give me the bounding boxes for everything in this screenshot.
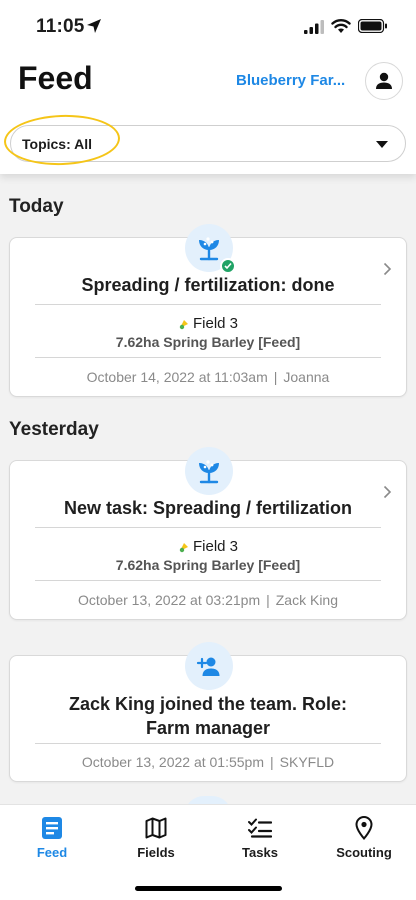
meta-separator: |: [273, 369, 278, 385]
card-meta: October 13, 2022 at 03:21pm | Zack King: [10, 592, 406, 608]
page-title: Feed: [18, 60, 93, 96]
sprout-icon: [185, 224, 236, 274]
battery-icon: [358, 19, 387, 33]
tab-tasks[interactable]: Tasks: [215, 815, 305, 860]
person-icon: [376, 72, 392, 89]
crop-info: 7.62ha Spring Barley [Feed]: [115, 334, 301, 350]
meta-separator: |: [270, 754, 274, 770]
card-divider: [35, 743, 381, 744]
field-name: Field 3: [192, 315, 239, 332]
section-title-today: Today: [9, 196, 64, 217]
card-divider: [35, 357, 381, 358]
check-badge-icon: [220, 258, 236, 274]
section-title-yesterday: Yesterday: [9, 419, 99, 440]
card-title: Zack King joined the team. Role: Farm ma…: [30, 692, 386, 740]
location-arrow-icon: [87, 19, 101, 33]
wifi-icon: [331, 19, 351, 33]
feed-card[interactable]: Spreading / fertilization: done Field 3 …: [9, 224, 407, 397]
card-date: October 13, 2022 at 01:55pm: [81, 754, 264, 770]
topics-label: Topics: All: [22, 136, 92, 152]
meta-separator: |: [266, 592, 270, 608]
card-title: Spreading / fertilization: done: [81, 275, 335, 295]
field-line: Field 3: [10, 315, 406, 332]
profile-button[interactable]: [365, 62, 403, 100]
tab-fields[interactable]: Fields: [111, 815, 201, 860]
tab-label: Scouting: [336, 845, 392, 860]
card-meta: October 13, 2022 at 01:55pm | SKYFLD: [10, 754, 406, 770]
card-title: New task: Spreading / fertilization: [63, 498, 353, 518]
field-marker-icon: [179, 542, 188, 552]
card-title-line: Zack King joined the team. Role:: [68, 694, 348, 714]
caret-down-icon: [376, 141, 388, 148]
crop-info: 7.62ha Spring Barley [Feed]: [115, 557, 301, 573]
field-marker-icon: [179, 319, 188, 329]
location-pin-icon: [355, 816, 373, 840]
card-meta: October 14, 2022 at 11:03am | Joanna: [10, 369, 406, 385]
card-divider: [35, 304, 381, 305]
card-title-line: Farm manager: [145, 718, 271, 738]
status-time: 11:05: [36, 16, 85, 37]
tab-feed[interactable]: Feed: [7, 815, 97, 860]
checklist-icon: [248, 818, 272, 838]
card-date: October 14, 2022 at 11:03am: [86, 369, 268, 385]
tab-label: Feed: [36, 845, 68, 860]
header: 11:05 Feed Blueberry Far... Topics: All: [0, 0, 416, 174]
card-author: Joanna: [283, 369, 330, 385]
cellular-signal-icon: [304, 20, 324, 34]
card-author: Zack King: [275, 592, 338, 608]
feed-card[interactable]: Zack King joined the team. Role: Farm ma…: [9, 642, 407, 782]
home-indicator: [135, 886, 282, 891]
farm-switcher[interactable]: Blueberry Far...: [236, 72, 356, 89]
tab-scouting[interactable]: Scouting: [319, 815, 409, 860]
field-name: Field 3: [192, 538, 239, 555]
tab-label: Fields: [137, 845, 175, 860]
topics-dropdown[interactable]: Topics: All: [10, 125, 406, 162]
field-line: Field 3: [10, 538, 406, 555]
add-person-icon: [185, 642, 233, 690]
feed-icon: [42, 817, 62, 839]
sprout-icon: [185, 447, 233, 495]
feed-card[interactable]: New task: Spreading / fertilization Fiel…: [9, 447, 407, 620]
card-date: October 13, 2022 at 03:21pm: [77, 592, 261, 608]
tab-label: Tasks: [242, 845, 278, 860]
map-icon: [145, 817, 167, 839]
status-bar: 11:05: [0, 0, 416, 56]
card-author: SKYFLD: [279, 754, 335, 770]
card-divider: [35, 527, 381, 528]
card-divider: [35, 580, 381, 581]
